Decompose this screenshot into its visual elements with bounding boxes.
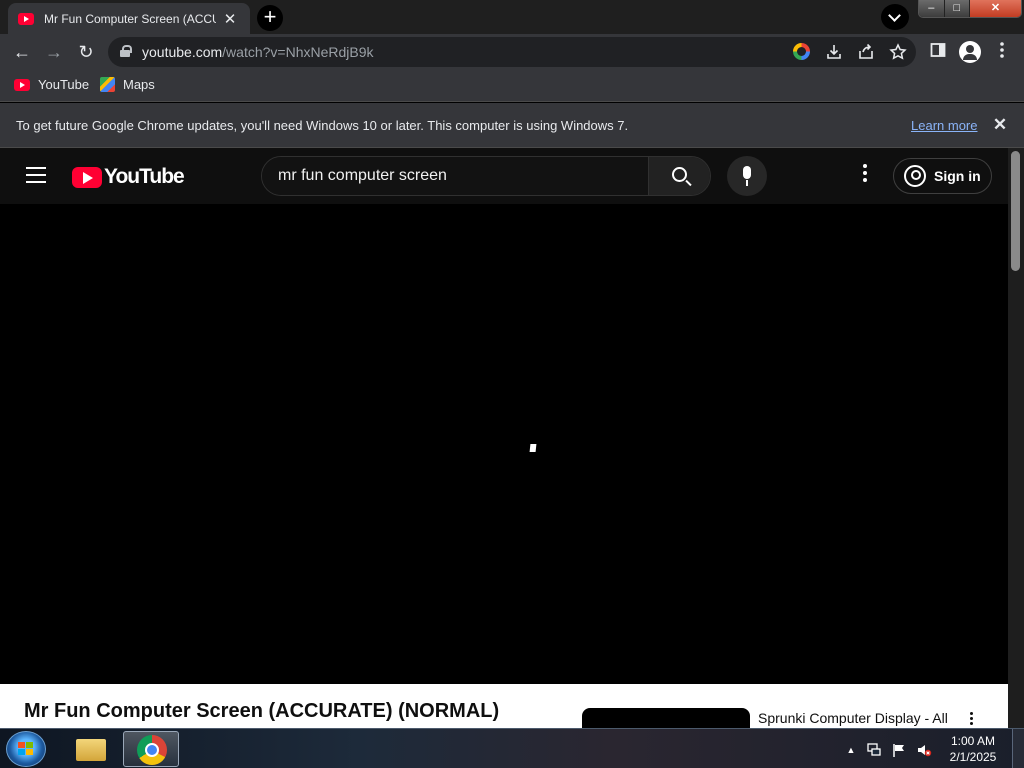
minimize-button[interactable]: – xyxy=(919,0,945,17)
address-bar[interactable]: youtube.com/watch?v=NhxNeRdjB9k xyxy=(108,37,916,67)
maps-icon xyxy=(100,77,115,92)
bookmarks-bar: YouTube Maps xyxy=(0,70,1024,102)
url-text[interactable]: youtube.com/watch?v=NhxNeRdjB9k xyxy=(142,44,374,60)
back-arrow-icon[interactable]: ← xyxy=(11,41,33,63)
speaker-icon xyxy=(918,745,932,757)
search-icon xyxy=(672,167,687,182)
learn-more-link[interactable]: Learn more xyxy=(911,118,977,133)
tab-search-chevron-icon[interactable] xyxy=(881,4,909,30)
voice-search-button[interactable] xyxy=(727,156,767,196)
show-desktop-button[interactable] xyxy=(1012,729,1024,768)
forward-arrow-icon[interactable]: → xyxy=(43,41,65,63)
microphone-stem xyxy=(746,180,748,186)
tab-title: Mr Fun Computer Screen (ACCURATE) (NORMA… xyxy=(44,11,216,26)
url-path: /watch?v=NhxNeRdjB9k xyxy=(222,44,374,60)
search-button[interactable] xyxy=(648,157,710,195)
network-icon[interactable] xyxy=(866,742,882,758)
clock-time: 1:00 AM xyxy=(950,734,996,748)
action-center-flag-icon[interactable] xyxy=(891,742,907,758)
url-domain: youtube.com xyxy=(142,44,223,60)
profile-avatar-icon[interactable] xyxy=(959,41,981,63)
sign-in-label: Sign in xyxy=(934,168,981,184)
tab-close-icon[interactable]: ✕ xyxy=(222,10,238,28)
tab-strip: Mr Fun Computer Screen (ACCURATE) (NORMA… xyxy=(0,0,1024,34)
youtube-masthead: YouTube Sign in xyxy=(0,148,1008,204)
browser-tab-active[interactable]: Mr Fun Computer Screen (ACCURATE) (NORMA… xyxy=(8,3,250,34)
flag-icon xyxy=(893,744,904,757)
bookmark-star-icon[interactable] xyxy=(889,43,907,61)
taskbar-file-explorer[interactable] xyxy=(62,731,118,767)
lock-icon[interactable] xyxy=(120,45,132,57)
share-icon[interactable] xyxy=(857,43,875,61)
page-scrollbar[interactable] xyxy=(1008,148,1024,730)
google-lens-icon[interactable] xyxy=(793,43,811,61)
settings-menu-icon[interactable] xyxy=(857,164,873,188)
search-box xyxy=(261,156,711,196)
youtube-logo[interactable]: YouTube xyxy=(72,165,185,189)
video-title: Mr Fun Computer Screen (ACCURATE) (NORMA… xyxy=(24,700,500,722)
microphone-icon xyxy=(743,166,751,179)
install-app-icon[interactable] xyxy=(825,43,843,61)
infobar-message: To get future Google Chrome updates, you… xyxy=(16,118,629,133)
youtube-icon xyxy=(14,78,30,91)
maximize-button[interactable]: □ xyxy=(944,0,971,17)
windows-taskbar: ▲ 1:00 AM 2/1/2025 xyxy=(0,728,1024,768)
search-icon-handle xyxy=(685,179,692,187)
related-video-thumbnail[interactable] xyxy=(582,708,750,730)
clock-date: 2/1/2025 xyxy=(949,750,997,764)
update-infobar: To get future Google Chrome updates, you… xyxy=(0,103,1024,148)
google-g-icon xyxy=(793,43,810,60)
browser-toolbar: ← → ↻ youtube.com/watch?v=NhxNeRdjB9k xyxy=(0,34,1024,70)
chrome-menu-icon[interactable] xyxy=(991,41,1013,63)
account-circle-icon xyxy=(904,165,926,187)
taskbar-chrome[interactable] xyxy=(123,731,179,767)
chrome-icon xyxy=(137,735,167,765)
reload-icon[interactable]: ↻ xyxy=(75,41,97,63)
loading-indicator xyxy=(529,444,537,452)
download-icon xyxy=(827,45,841,59)
star-icon xyxy=(889,43,907,60)
related-video-title[interactable]: Sprunki Computer Display - All xyxy=(758,710,954,726)
start-button[interactable] xyxy=(6,731,46,767)
bookmark-label: YouTube xyxy=(38,77,90,92)
hamburger-menu-icon[interactable] xyxy=(26,167,46,183)
youtube-favicon-icon xyxy=(18,12,34,25)
vertical-dots-icon xyxy=(1000,42,1004,58)
watch-below-player: Mr Fun Computer Screen (ACCURATE) (NORMA… xyxy=(0,684,1008,730)
folder-icon xyxy=(76,739,106,761)
youtube-play-logo-icon xyxy=(72,166,102,188)
scrollbar-thumb[interactable] xyxy=(1011,151,1020,271)
system-clock[interactable]: 1:00 AM 2/1/2025 xyxy=(944,733,1002,765)
share-arrow-icon xyxy=(859,43,873,59)
windows-logo-icon xyxy=(18,742,34,756)
side-panel-icon[interactable] xyxy=(927,41,949,63)
bookmark-label: Maps xyxy=(123,77,155,92)
infobar-close-icon[interactable]: ✕ xyxy=(991,115,1009,135)
side-panel-svg-icon xyxy=(930,43,946,57)
bookmark-youtube[interactable]: YouTube xyxy=(14,77,89,92)
window-close-button[interactable]: ✕ xyxy=(970,0,1021,17)
video-player[interactable] xyxy=(0,204,1008,684)
bookmark-maps[interactable]: Maps xyxy=(100,77,155,92)
new-tab-button[interactable]: + xyxy=(257,5,283,31)
youtube-logo-text: YouTube xyxy=(104,165,185,188)
sign-in-button[interactable]: Sign in xyxy=(893,158,992,194)
window-controls: – □ ✕ xyxy=(918,0,1022,18)
volume-muted-icon[interactable] xyxy=(916,742,932,758)
search-input[interactable] xyxy=(262,157,648,195)
network-monitor-icon xyxy=(867,743,881,756)
screen: Mr Fun Computer Screen (ACCURATE) (NORMA… xyxy=(0,0,1024,768)
show-hidden-icons-arrow[interactable]: ▲ xyxy=(843,742,859,758)
